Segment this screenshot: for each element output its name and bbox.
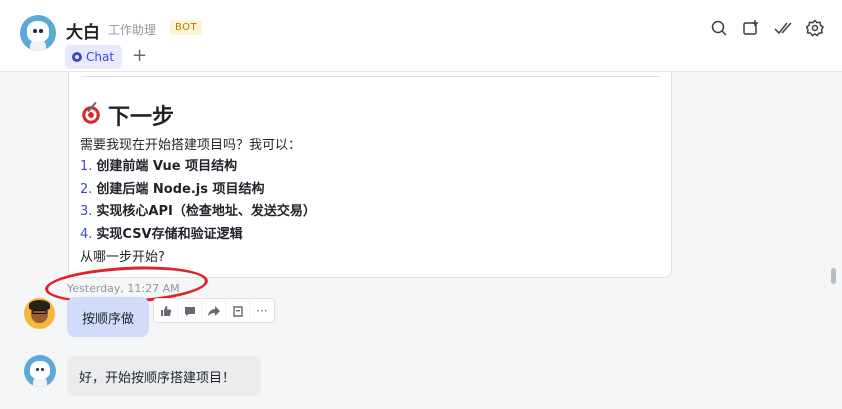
chat-header: 大白 工作助理 BOT Chat +: [0, 0, 842, 72]
chat-tab-icon: [72, 52, 82, 62]
user-message-text: 按顺序做: [81, 311, 134, 327]
target-icon: [80, 104, 102, 126]
chat-subtitle: 工作助理: [108, 23, 157, 37]
intro-text: 需要我现在开始搭建项目吗？我可以：: [80, 138, 302, 153]
bot-avatar[interactable]: [20, 15, 56, 51]
scrollbar-thumb[interactable]: [831, 268, 836, 284]
chat-title: 大白: [66, 23, 100, 43]
list-item: 3. 实现核心API（检查地址、发送交易）: [80, 204, 316, 219]
message-actions-toolbar: ···: [153, 298, 275, 323]
user-avatar[interactable]: [24, 298, 55, 329]
bot-badge: BOT: [170, 20, 203, 35]
bot-reply-bubble: 好，开始按顺序搭建项目！: [67, 356, 261, 396]
bot-avatar[interactable]: [24, 355, 56, 387]
heading-text: 下一步: [108, 105, 175, 130]
thumbs-up-icon[interactable]: [154, 299, 178, 322]
pin-icon[interactable]: [226, 299, 250, 322]
list-item: 2. 创建后端 Node.js 项目结构: [80, 181, 265, 197]
list-item: 1. 创建前端 Vue 项目结构: [80, 159, 238, 174]
comment-icon[interactable]: [178, 299, 202, 322]
outro-text: 从哪一步开始?: [80, 250, 165, 265]
more-options-button[interactable]: ···: [250, 299, 274, 322]
settings-icon[interactable]: [805, 19, 824, 37]
bot-reply-text: 好，开始按顺序搭建项目！: [79, 370, 236, 386]
list-item: 4. 实现CSV存储和验证逻辑: [80, 226, 243, 242]
divider: [81, 76, 659, 77]
header-actions: [710, 19, 824, 37]
done-icon[interactable]: [774, 19, 792, 37]
tab-chat[interactable]: Chat: [65, 45, 123, 69]
tab-chat-label: Chat: [86, 50, 115, 64]
forward-icon[interactable]: [202, 299, 226, 322]
new-window-icon[interactable]: [742, 19, 760, 37]
add-tab-button[interactable]: +: [132, 46, 147, 66]
section-heading: 下一步: [80, 99, 174, 131]
search-icon[interactable]: [710, 19, 728, 37]
user-message-bubble: 按顺序做: [67, 297, 149, 337]
bot-message-card: 下一步 需要我现在开始搭建项目吗？我可以： 1. 创建前端 Vue 项目结构 2.…: [68, 72, 672, 278]
steps-list: 1. 创建前端 Vue 项目结构 2. 创建后端 Node.js 项目结构 3. 实现…: [80, 156, 316, 246]
